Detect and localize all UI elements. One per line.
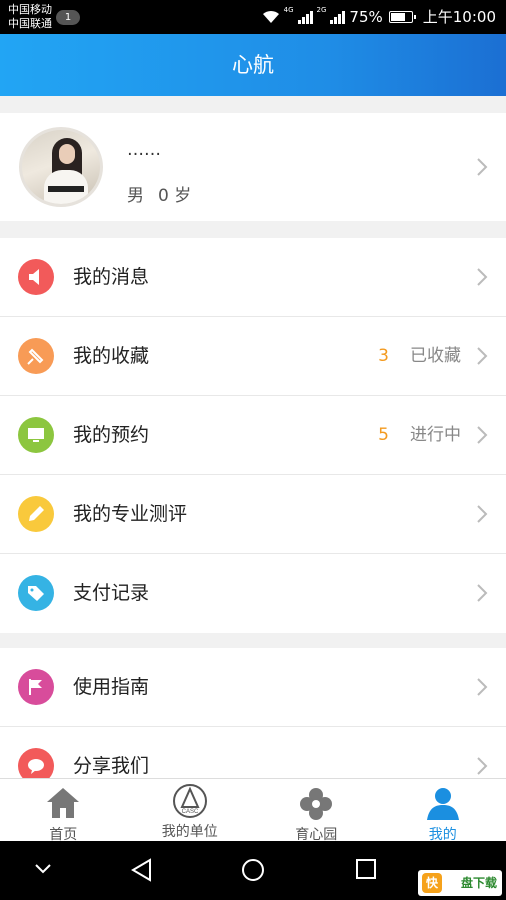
pencil-icon <box>18 496 54 532</box>
tag-icon <box>18 575 54 611</box>
menu-item-messages[interactable]: 我的消息 <box>0 238 506 317</box>
unit-logo-text: CASC <box>181 809 198 815</box>
speaker-icon <box>18 259 54 295</box>
page-title: 心航 <box>232 53 274 77</box>
signal-2-icon <box>330 10 346 24</box>
menu-item-guide[interactable]: 使用指南 <box>0 648 506 727</box>
chevron-right-icon <box>477 678 488 696</box>
chat-bubble-icon <box>18 748 54 778</box>
network-type-2: 2G <box>316 6 327 14</box>
status-bar: 中国移动 中国联通 1 4G 2G 75% 上午10:00 <box>0 0 506 34</box>
person-icon <box>426 788 459 820</box>
unit-logo-icon: CASC <box>172 784 207 818</box>
tab-home[interactable]: 首页 <box>0 779 127 843</box>
tab-label: 我的单位 <box>161 824 218 840</box>
watermark-k: 快 <box>422 873 442 893</box>
carrier-2: 中国联通 <box>8 17 52 30</box>
chevron-right-icon <box>477 757 488 775</box>
menu-group-more: 使用指南 分享我们 <box>0 648 506 778</box>
favorites-status: 已收藏 <box>410 346 461 366</box>
profile-age: 0 岁 <box>158 186 192 206</box>
notification-badge: 1 <box>56 10 80 25</box>
menu-label: 我的专业测评 <box>73 503 188 525</box>
menu-item-appointments[interactable]: 我的预约 5 进行中 <box>0 396 506 475</box>
carrier-1: 中国移动 <box>8 3 52 16</box>
chevron-right-icon <box>477 268 488 286</box>
watermark-text: 盘下载 <box>460 876 497 890</box>
tab-unit[interactable]: CASC 我的单位 <box>127 779 254 841</box>
appointments-status: 进行中 <box>410 425 461 445</box>
menu-item-assessment[interactable]: 我的专业测评 <box>0 475 506 554</box>
battery-icon <box>388 10 416 23</box>
menu-item-favorites[interactable]: 我的收藏 3 已收藏 <box>0 317 506 396</box>
appointments-count: 5 <box>378 425 389 445</box>
home-icon <box>47 788 80 818</box>
bookmark-icon <box>18 338 54 374</box>
carrier-names: 中国移动 中国联通 <box>8 3 52 31</box>
chevron-right-icon <box>477 426 488 444</box>
chevron-right-icon <box>477 158 488 176</box>
menu-label: 支付记录 <box>73 582 150 604</box>
menu-item-payment[interactable]: 支付记录 <box>0 554 506 633</box>
monitor-icon <box>18 417 54 453</box>
flower-icon <box>300 788 333 820</box>
profile-gender: 男 <box>127 186 144 206</box>
flag-icon <box>18 669 54 705</box>
tab-mine[interactable]: 我的 <box>380 779 506 843</box>
profile-card[interactable] <box>0 113 506 221</box>
watermark-logo: 快 盘下载 <box>418 870 502 896</box>
app-header: 心航 <box>0 34 506 96</box>
bottom-tab-bar: 首页 CASC 我的单位 育心园 我的 <box>0 778 506 843</box>
menu-label: 分享我们 <box>73 755 150 777</box>
network-type-1: 4G <box>283 6 294 14</box>
status-indicators: 4G 2G 75% 上午10:00 <box>262 6 496 27</box>
home-circle-icon[interactable] <box>241 858 265 882</box>
chevron-right-icon <box>477 505 488 523</box>
signal-1-icon <box>297 10 313 24</box>
tab-garden[interactable]: 育心园 <box>253 779 380 843</box>
clock: 上午10:00 <box>422 8 496 26</box>
menu-label: 我的预约 <box>73 424 150 446</box>
profile-name: …… <box>127 140 161 160</box>
menu-label: 使用指南 <box>73 676 150 698</box>
recents-icon[interactable] <box>355 858 377 880</box>
battery-percent: 75% <box>349 7 383 26</box>
chevron-right-icon <box>477 347 488 365</box>
wifi-icon <box>262 10 279 23</box>
chevron-right-icon <box>477 584 488 602</box>
favorites-count: 3 <box>378 346 389 366</box>
back-icon[interactable] <box>130 858 152 882</box>
menu-item-share[interactable]: 分享我们 <box>0 727 506 778</box>
profile-info: 男 0 岁 <box>127 181 191 206</box>
chevron-down-icon[interactable] <box>33 858 53 878</box>
menu-label: 我的消息 <box>73 266 150 288</box>
menu-label: 我的收藏 <box>73 345 150 367</box>
menu-group-account: 我的消息 我的收藏 3 已收藏 我的预约 5 进行中 我的专业测评 支付记录 <box>0 238 506 633</box>
avatar[interactable] <box>19 127 103 207</box>
